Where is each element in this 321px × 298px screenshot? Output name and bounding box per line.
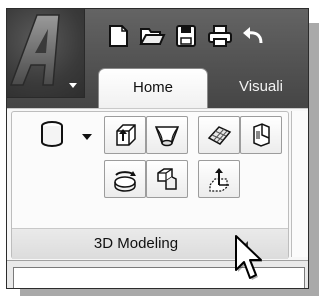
cylinder-dropdown-arrow-icon[interactable] [82, 134, 92, 140]
bottom-strip [7, 260, 308, 288]
app-menu-arrow-icon [69, 83, 77, 88]
undo-icon[interactable] [239, 19, 269, 53]
tab-home[interactable]: Home [98, 68, 208, 109]
presspull-icon[interactable] [240, 116, 282, 154]
cylinder-icon[interactable] [32, 116, 72, 152]
gizmo-move-icon[interactable] [198, 160, 240, 198]
title-bar: Home Visuali [7, 9, 308, 109]
revolve-icon[interactable] [104, 160, 146, 198]
print-icon[interactable] [205, 19, 235, 53]
sweep-icon[interactable] [146, 160, 188, 198]
open-folder-icon[interactable] [137, 19, 167, 53]
quick-access-toolbar [103, 19, 269, 55]
save-icon[interactable] [171, 19, 201, 53]
application-menu-button[interactable] [7, 9, 85, 98]
mouse-pointer-icon [235, 235, 262, 280]
ribbon-tabs: Home Visuali [91, 66, 308, 109]
new-document-icon[interactable] [103, 19, 133, 53]
autocad-window: Home Visuali 3D Modeling [6, 8, 309, 289]
extrude-icon[interactable] [104, 116, 146, 154]
loft-icon[interactable] [146, 116, 188, 154]
planar-surface-icon[interactable] [198, 116, 240, 154]
ribbon: 3D Modeling [7, 108, 308, 261]
adjacent-panel-edge [291, 111, 308, 257]
tab-visualize[interactable]: Visuali [239, 68, 283, 108]
